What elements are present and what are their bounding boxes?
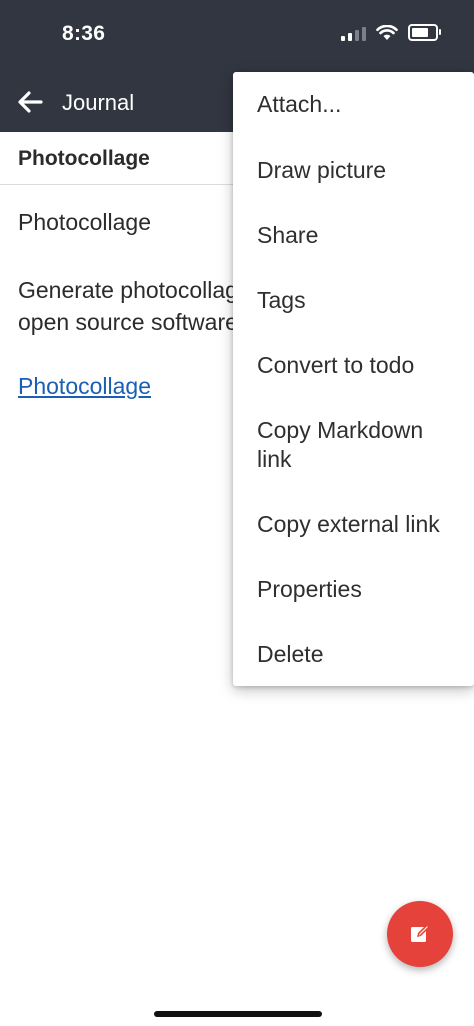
menu-item-delete[interactable]: Delete (257, 640, 467, 669)
status-bar: 8:36 (0, 0, 474, 72)
edit-fab-button[interactable] (387, 901, 453, 967)
home-indicator (154, 1011, 322, 1017)
edit-icon (411, 924, 430, 942)
note-heading: Photocollage (18, 209, 151, 235)
status-icons (341, 24, 441, 41)
menu-item-attach[interactable]: Attach... (257, 90, 467, 119)
menu-item-convert-to-todo[interactable]: Convert to todo (257, 351, 467, 380)
menu-item-tags[interactable]: Tags (257, 286, 467, 315)
menu-item-properties[interactable]: Properties (257, 575, 467, 604)
back-arrow-icon[interactable] (14, 86, 46, 118)
cellular-signal-icon (341, 25, 366, 41)
wifi-icon (376, 24, 398, 40)
menu-item-copy-external-link[interactable]: Copy external link (257, 510, 467, 539)
note-link[interactable]: Photocollage (18, 370, 151, 402)
menu-item-copy-markdown-link[interactable]: Copy Markdown link (257, 416, 447, 474)
note-title[interactable]: Photocollage (18, 147, 150, 171)
status-time: 8:36 (62, 22, 106, 45)
app-title: Journal (62, 90, 135, 115)
menu-item-draw-picture[interactable]: Draw picture (257, 156, 467, 185)
overflow-menu: Attach... Draw picture Share Tags Conver… (233, 72, 474, 686)
battery-icon (408, 24, 441, 41)
menu-item-share[interactable]: Share (257, 221, 467, 250)
